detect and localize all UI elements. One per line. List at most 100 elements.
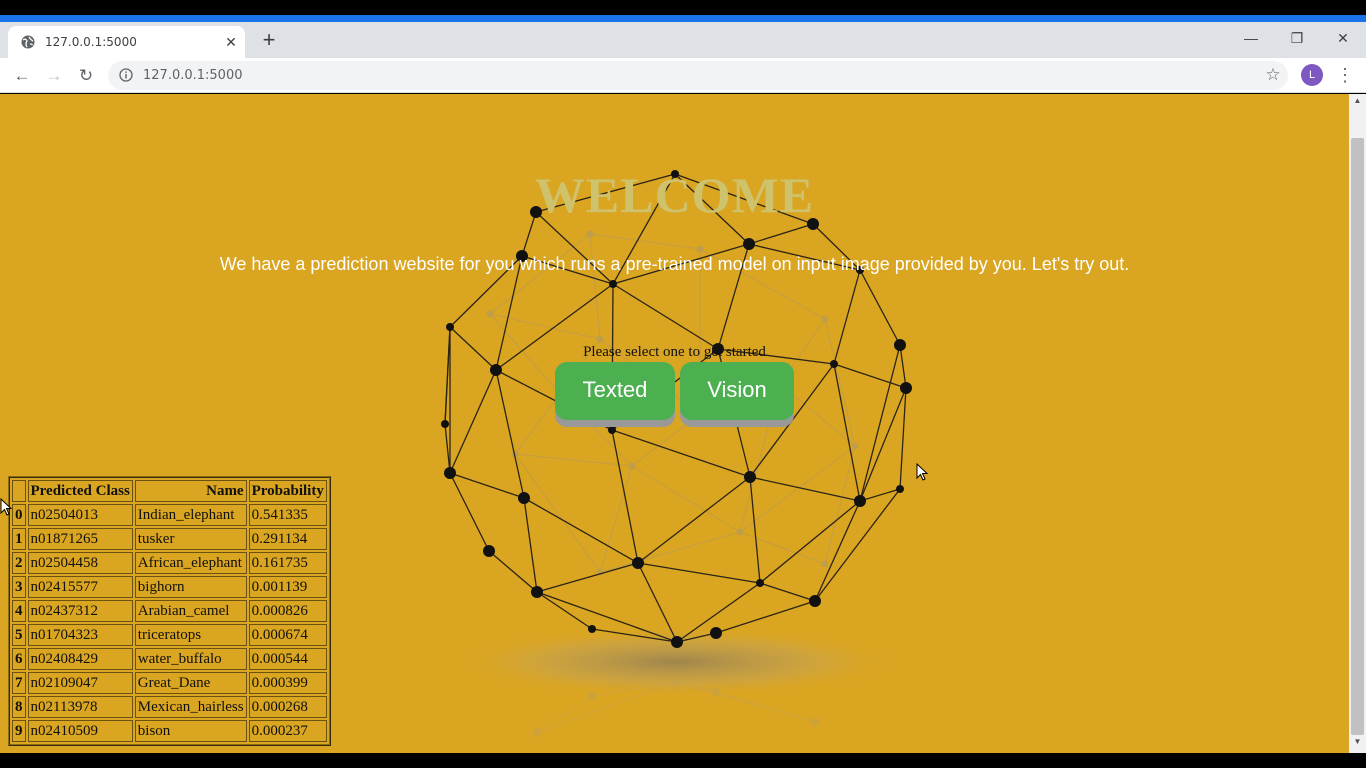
probability-cell: 0.000237 (248, 720, 327, 742)
name-cell: African_elephant (134, 552, 247, 574)
sphere-node (809, 595, 821, 607)
sphere-reflection-node (587, 691, 597, 701)
table-row: 7 n02109047 Great_Dane 0.000399 (12, 672, 327, 694)
sphere-back-edge (824, 318, 856, 447)
sphere-back-node (696, 245, 704, 253)
sphere-edge (637, 562, 761, 584)
sphere-edge (611, 429, 751, 478)
back-arrow-icon[interactable]: ← (10, 64, 34, 88)
sphere-edge (612, 283, 719, 350)
vertical-scrollbar[interactable]: ▲ ▼ (1349, 94, 1366, 753)
close-window-icon[interactable]: ✕ (1328, 26, 1358, 50)
name-cell: Indian_elephant (134, 504, 247, 526)
table-row: 4 n02437312 Arabian_camel 0.000826 (12, 600, 327, 622)
sphere-node (588, 625, 596, 633)
sphere-edge (523, 497, 538, 593)
name-cell: bison (134, 720, 247, 742)
sphere-edge (859, 269, 901, 346)
vision-button[interactable]: Vision (680, 362, 794, 420)
prediction-table: Predicted Class Name Probability 0 n02504… (8, 476, 331, 746)
table-row: 0 n02504013 Indian_elephant 0.541335 (12, 504, 327, 526)
restore-icon[interactable]: ❐ (1282, 26, 1312, 50)
predicted-class-cell: n02408429 (27, 648, 133, 670)
row-index: 8 (12, 696, 26, 718)
sphere-edge (536, 591, 593, 630)
avatar[interactable]: L (1301, 64, 1323, 86)
tab-title: 127.0.0.1:5000 (45, 35, 137, 49)
sphere-edge (715, 600, 816, 634)
plus-icon[interactable]: + (258, 29, 280, 52)
table-header-row: Predicted Class Name Probability (12, 480, 327, 502)
forward-arrow-icon[interactable]: → (42, 64, 66, 88)
scrollbar-thumb[interactable] (1351, 138, 1364, 735)
sphere-node (896, 485, 904, 493)
window-accent-bar (0, 15, 1366, 22)
sphere-node (531, 586, 543, 598)
sphere-back-edge (514, 393, 561, 455)
sphere-node (446, 323, 454, 331)
table-row: 3 n02415577 bighorn 0.001139 (12, 576, 327, 598)
browser-tab[interactable]: 127.0.0.1:5000 ✕ (8, 26, 245, 58)
probability-cell: 0.000544 (248, 648, 327, 670)
sphere-reflection-node (532, 727, 542, 737)
minimize-icon[interactable]: — (1236, 26, 1266, 50)
sphere-node (710, 627, 722, 639)
predicted-class-cell: n02109047 (27, 672, 133, 694)
probability-cell: 0.000399 (248, 672, 327, 694)
sphere-edge (759, 500, 861, 584)
sphere-node (632, 557, 644, 569)
name-cell: bighorn (134, 576, 247, 598)
probability-cell: 0.161735 (248, 552, 327, 574)
close-icon[interactable]: ✕ (223, 34, 239, 50)
sphere-back-edge (589, 233, 701, 250)
mouse-cursor-icon (916, 463, 928, 481)
probability-cell: 0.000674 (248, 624, 327, 646)
sphere-edge (749, 476, 761, 584)
column-header-name: Name (134, 480, 247, 502)
sphere-edge (449, 369, 497, 474)
name-cell: Arabian_camel (134, 600, 247, 622)
sphere-node (441, 420, 449, 428)
sphere-edge (637, 476, 751, 564)
probability-cell: 0.001139 (248, 576, 327, 598)
texted-button[interactable]: Texted (555, 362, 675, 420)
sphere-node (743, 238, 755, 250)
column-header-index (12, 480, 26, 502)
address-bar[interactable]: 127.0.0.1:5000 ☆ (108, 61, 1288, 90)
star-icon[interactable]: ☆ (1263, 65, 1283, 85)
row-index: 6 (12, 648, 26, 670)
globe-icon (21, 35, 35, 49)
column-header-probability: Probability (248, 480, 327, 502)
table-row: 8 n02113978 Mexican_hairless 0.000268 (12, 696, 327, 718)
probability-cell: 0.541335 (248, 504, 327, 526)
browser-toolbar: ← → ↻ 127.0.0.1:5000 ☆ L ⋮ (0, 58, 1366, 93)
sphere-edge (859, 387, 907, 502)
sphere-back-node (821, 560, 829, 568)
sphere-edge (749, 476, 861, 502)
scroll-up-arrow-icon[interactable]: ▲ (1349, 96, 1366, 110)
kebab-menu-icon[interactable]: ⋮ (1336, 64, 1354, 86)
sphere-edge (488, 550, 538, 593)
intro-text: We have a prediction website for you whi… (219, 254, 1130, 274)
tab-strip: 127.0.0.1:5000 ✕ + — ❐ ✕ (0, 22, 1366, 58)
reload-icon[interactable]: ↻ (74, 64, 98, 88)
sphere-back-edge (514, 453, 601, 573)
probability-cell: 0.000268 (248, 696, 327, 718)
row-index: 1 (12, 528, 26, 550)
scroll-down-arrow-icon[interactable]: ▼ (1349, 737, 1366, 751)
predicted-class-cell: n02504458 (27, 552, 133, 574)
sphere-edge (859, 488, 901, 502)
table-row: 5 n01704323 triceratops 0.000674 (12, 624, 327, 646)
info-icon[interactable] (119, 68, 133, 82)
sphere-node (609, 280, 617, 288)
sphere-edge (536, 562, 639, 593)
sphere-back-node (736, 528, 744, 536)
sphere-reflection-node (810, 717, 820, 727)
sphere-node (830, 360, 838, 368)
row-index: 4 (12, 600, 26, 622)
sphere-edge (833, 363, 907, 389)
row-index: 5 (12, 624, 26, 646)
name-cell: water_buffalo (134, 648, 247, 670)
row-index: 7 (12, 672, 26, 694)
sphere-edge (444, 423, 451, 474)
